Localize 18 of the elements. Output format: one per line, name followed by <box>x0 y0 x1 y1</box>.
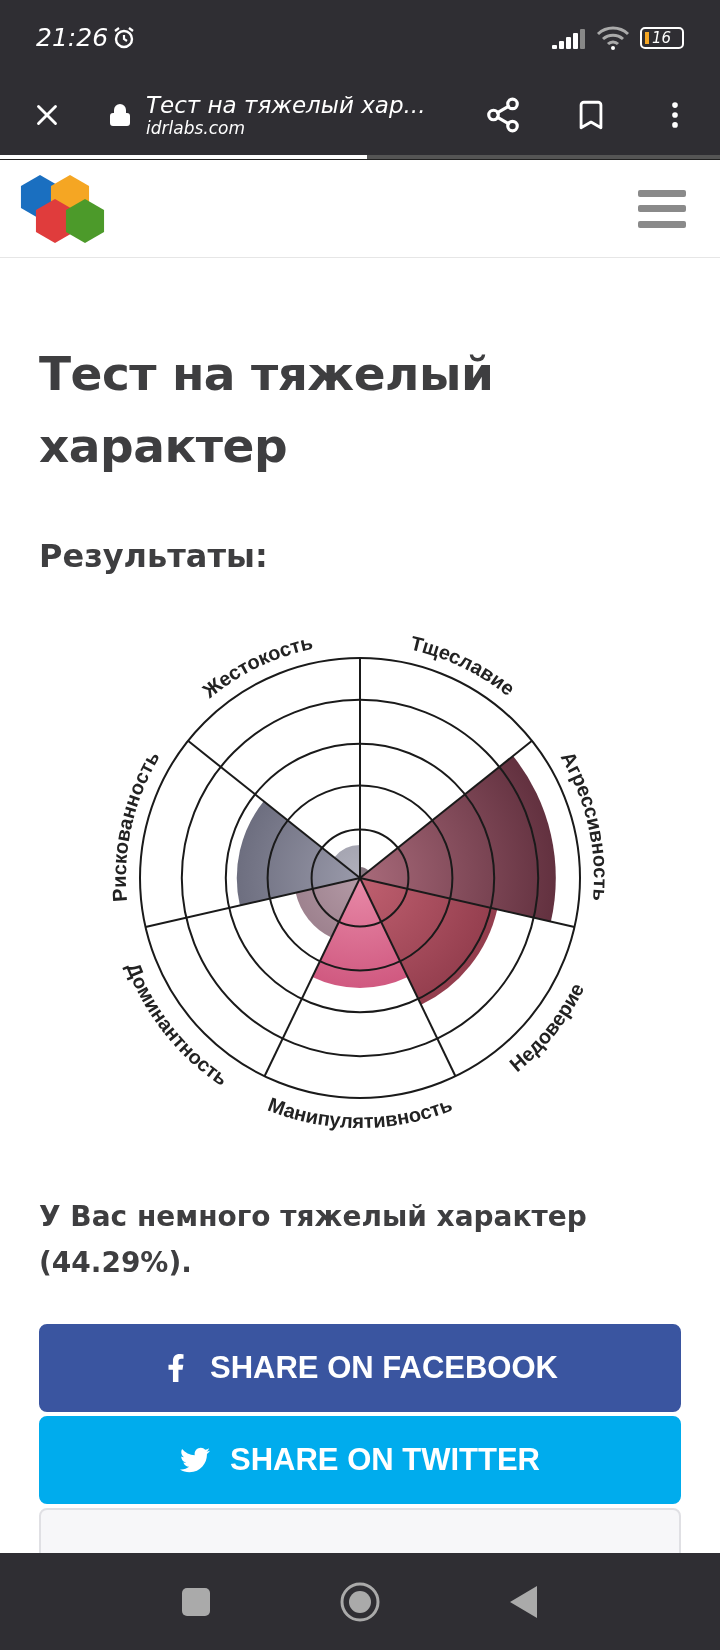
bird-icon <box>180 1445 210 1475</box>
menu-icon[interactable] <box>638 189 686 228</box>
results-heading: Результаты: <box>39 536 269 577</box>
battery-indicator: 16 <box>640 26 684 49</box>
signal-icon <box>552 26 586 49</box>
back-icon[interactable] <box>510 1585 538 1618</box>
share-icon[interactable] <box>484 96 522 134</box>
facebook-button[interactable]: SHARE ON FACEBOOK <box>39 1324 681 1412</box>
wifi-icon <box>596 25 630 50</box>
page-url: idrlabs.com <box>146 118 246 138</box>
page-title: Тест на тяжелый хар... <box>146 92 427 118</box>
clock-time: 21:26 <box>36 23 109 52</box>
lock-icon <box>108 103 132 127</box>
chart-label: Манипулятивность <box>265 1093 455 1133</box>
result-text: У Вас немного тяжелый характер (44.29%). <box>39 1199 588 1281</box>
recents-icon[interactable] <box>182 1587 210 1616</box>
page-heading: Тест на тяжелый характер <box>39 345 495 475</box>
home-icon[interactable] <box>340 1581 380 1622</box>
